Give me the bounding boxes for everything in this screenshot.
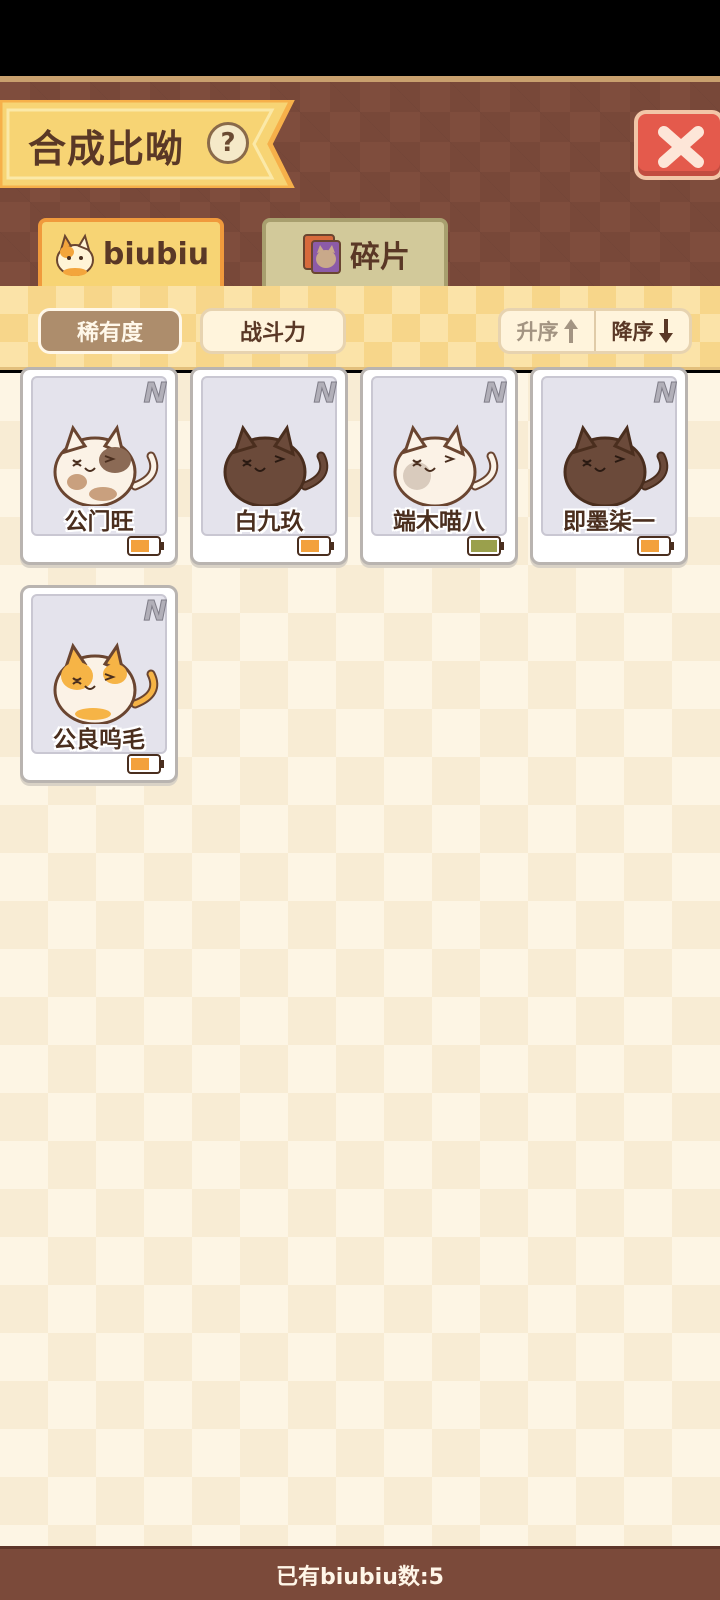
page-title: 合成比呦 [28,127,185,171]
sort-descending-button[interactable]: 降序 [596,311,689,351]
battery-icon [637,536,674,556]
rarity-badge: N [313,376,337,410]
cat-card[interactable]: N 端木喵八 [360,367,518,565]
cat-name: 即墨柒一 [563,509,655,535]
close-icon [658,126,704,168]
status-bar [0,0,720,76]
close-button[interactable] [634,110,720,180]
cat-ginger-icon [53,642,159,724]
battery-icon [127,754,164,774]
arrow-down-icon [658,319,673,343]
footer-count: 已有biubiu数:5 [0,1546,720,1600]
card-grid: N 公门旺 N 白九玖 N 端木喵八 N 即墨柒一 N 公良呜毛 [0,367,720,1546]
sort-descending-label: 降序 [611,320,654,344]
cat-card[interactable]: N 即墨柒一 [530,367,688,565]
cat-name: 公良呜毛 [53,727,145,753]
battery-icon [467,536,504,556]
rarity-badge: N [143,594,167,628]
fragment-icon [303,234,341,274]
tab-biubiu[interactable]: biubiu [38,218,224,286]
battery-icon [127,536,164,556]
cat-card[interactable]: N 公门旺 [20,367,178,565]
tab-biubiu-label: biubiu [102,236,210,272]
tab-fragments[interactable]: 碎片 [262,218,448,286]
cat-name: 白九玖 [234,509,304,535]
rarity-badge: N [483,376,507,410]
battery-icon [297,536,334,556]
power-filter-button[interactable]: 战斗力 [200,308,346,354]
cat-name: 端木喵八 [393,509,485,535]
arrow-up-icon [563,319,578,343]
cat-name: 公门旺 [64,509,134,535]
rarity-badge: N [653,376,677,410]
cat-dark-icon [223,424,329,506]
cat-card[interactable]: N 公良呜毛 [20,585,178,783]
cat-calico-icon [53,424,159,506]
cat-cream-icon [393,424,499,506]
rarity-badge: N [143,376,167,410]
sort-ascending-button[interactable]: 升序 [501,311,596,351]
cat-card[interactable]: N 白九玖 [190,367,348,565]
owned-count-text: 已有biubiu数:5 [275,1564,444,1590]
cat-dark-icon [563,424,669,506]
rarity-filter-button[interactable]: 稀有度 [38,308,182,354]
sort-ascending-label: 升序 [516,320,559,344]
cat-icon [55,233,94,276]
tab-fragments-label: 碎片 [350,240,410,275]
help-icon[interactable]: ? [207,122,249,164]
sort-group: 升序 降序 [498,308,692,354]
